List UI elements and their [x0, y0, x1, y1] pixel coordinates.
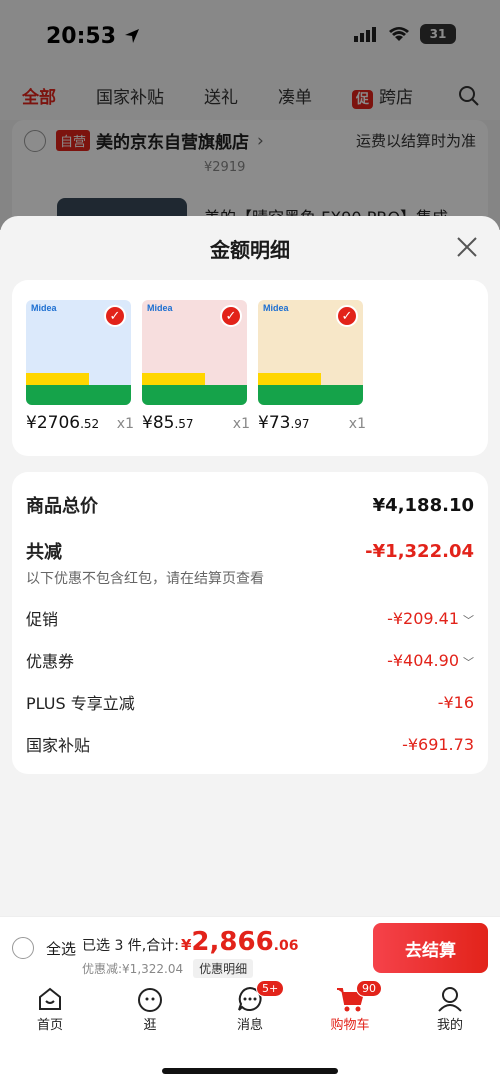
total-line: 已选 3 件,合计: ¥2,866.06 [82, 927, 299, 957]
sheet-title: 金额明细 [210, 238, 290, 262]
reduce-row: 共减 -¥1,322.04 [26, 538, 474, 564]
product-item[interactable]: Midea ✓ ¥73.97 x1 [258, 300, 366, 433]
product-qty: x1 [232, 416, 250, 432]
amount-detail-sheet: 金额明细 Midea ✓ ¥2706.52 x1 Midea ✓ ¥85.57 … [0, 216, 500, 916]
checkout-bar: 全选 已选 3 件,合计: ¥2,866.06 优惠减:¥1,322.04 优惠… [0, 916, 500, 978]
product-item[interactable]: Midea ✓ ¥85.57 x1 [142, 300, 250, 433]
promo-row[interactable]: 促销 -¥209.41 ﹀ [26, 606, 474, 630]
home-indicator [162, 1068, 338, 1074]
reduce-value: -¥1,322.04 [365, 540, 474, 562]
plus-row: PLUS 专享立减 -¥16 [26, 692, 474, 714]
cart-badge: 90 [356, 980, 382, 997]
subsidy-row: 国家补贴 -¥691.73 [26, 734, 474, 756]
total-price: ¥2,866.06 [180, 927, 299, 957]
select-all-checkbox[interactable]: 全选 [12, 937, 76, 959]
product-price: ¥2706.52 [26, 413, 100, 433]
bottom-nav: 首页 逛 5+ 消息 90 购物车 我的 [0, 978, 500, 1084]
close-icon[interactable] [454, 234, 480, 260]
check-icon: ✓ [336, 305, 358, 327]
total-row: 商品总价 ¥4,188.10 [26, 492, 474, 518]
product-image: Midea ✓ [258, 300, 363, 405]
product-price: ¥85.57 [142, 413, 194, 433]
overlay-dim[interactable] [0, 0, 500, 230]
chevron-down-icon: ﹀ [463, 613, 474, 627]
check-icon: ✓ [104, 305, 126, 327]
total-label: 商品总价 [26, 496, 98, 517]
checkout-button[interactable]: 去结算 [373, 923, 488, 973]
product-price: ¥73.97 [258, 413, 310, 433]
coupon-row[interactable]: 优惠券 -¥404.90 ﹀ [26, 648, 474, 672]
chevron-down-icon: ﹀ [463, 655, 474, 669]
profile-icon [438, 987, 462, 1012]
products-card: Midea ✓ ¥2706.52 x1 Midea ✓ ¥85.57 x1 Mi… [12, 280, 488, 456]
reduce-label: 共减 [26, 542, 62, 563]
home-icon [39, 987, 61, 1010]
nav-cart[interactable]: 90 购物车 [310, 980, 390, 1033]
nav-home[interactable]: 首页 [10, 984, 90, 1033]
product-item[interactable]: Midea ✓ ¥2706.52 x1 [26, 300, 134, 433]
summary-card: 商品总价 ¥4,188.10 共减 -¥1,322.04 以下优惠不包含红包，请… [12, 472, 488, 774]
nav-profile[interactable]: 我的 [410, 984, 490, 1033]
discount-note: 以下优惠不包含红包，请在结算页查看 [26, 571, 264, 587]
browse-icon [138, 988, 162, 1012]
check-icon: ✓ [220, 305, 242, 327]
discount-detail-button[interactable]: 优惠明细 [193, 959, 254, 978]
product-image: Midea ✓ [142, 300, 247, 405]
nav-browse[interactable]: 逛 [110, 984, 190, 1033]
product-qty: x1 [116, 416, 134, 432]
message-badge: 5+ [256, 980, 285, 997]
total-value: ¥4,188.10 [372, 494, 474, 516]
product-qty: x1 [348, 416, 366, 432]
nav-messages[interactable]: 5+ 消息 [210, 980, 290, 1033]
discount-line: 优惠减:¥1,322.04 优惠明细 [82, 959, 254, 978]
product-image: Midea ✓ [26, 300, 131, 405]
